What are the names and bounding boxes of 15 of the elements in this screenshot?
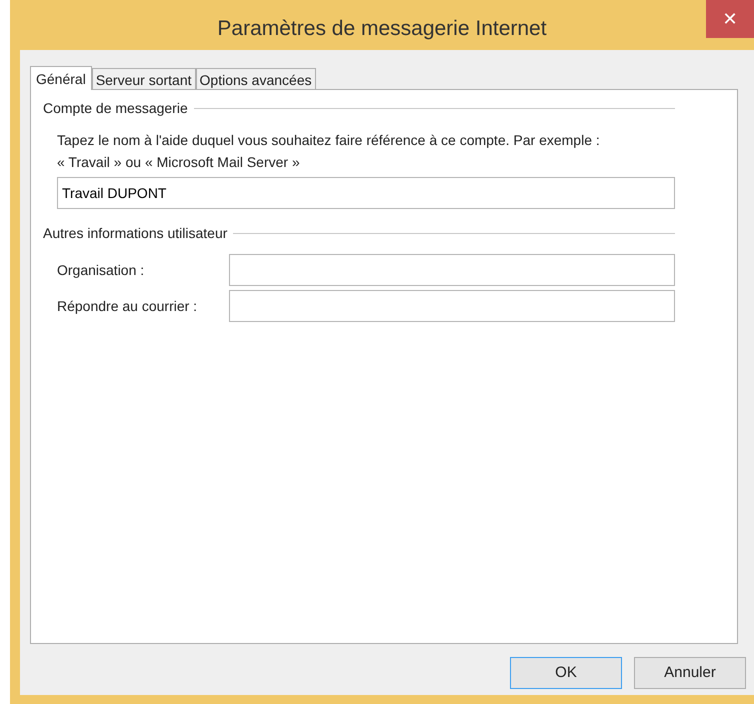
field-label: Organisation : [57,260,146,280]
tab[interactable]: Général [30,66,92,90]
account-name-field[interactable]: Travail DUPONT [57,177,675,209]
dialog-button[interactable]: OK [510,657,622,689]
dialog-button[interactable]: Annuler [634,657,746,689]
field-label: Répondre au courrier : [57,296,198,316]
tab[interactable]: Serveur sortant [92,68,196,89]
description-text: Tapez le nom à l'aide duquel vous souhaitez faire référence à ce compte. Par exemple : « Travail » ou « Microsoft Mail Server » [57,131,601,172]
close-button[interactable]: ✕ [706,0,754,38]
tab[interactable]: Options avancées [196,68,316,89]
group-title: Autres informations utilisateur [43,224,228,243]
window-title: Paramètres de messagerie Internet [217,16,547,42]
input-field[interactable] [229,290,675,322]
group-title: Compte de messagerie [43,99,188,118]
input-field[interactable] [229,254,675,286]
